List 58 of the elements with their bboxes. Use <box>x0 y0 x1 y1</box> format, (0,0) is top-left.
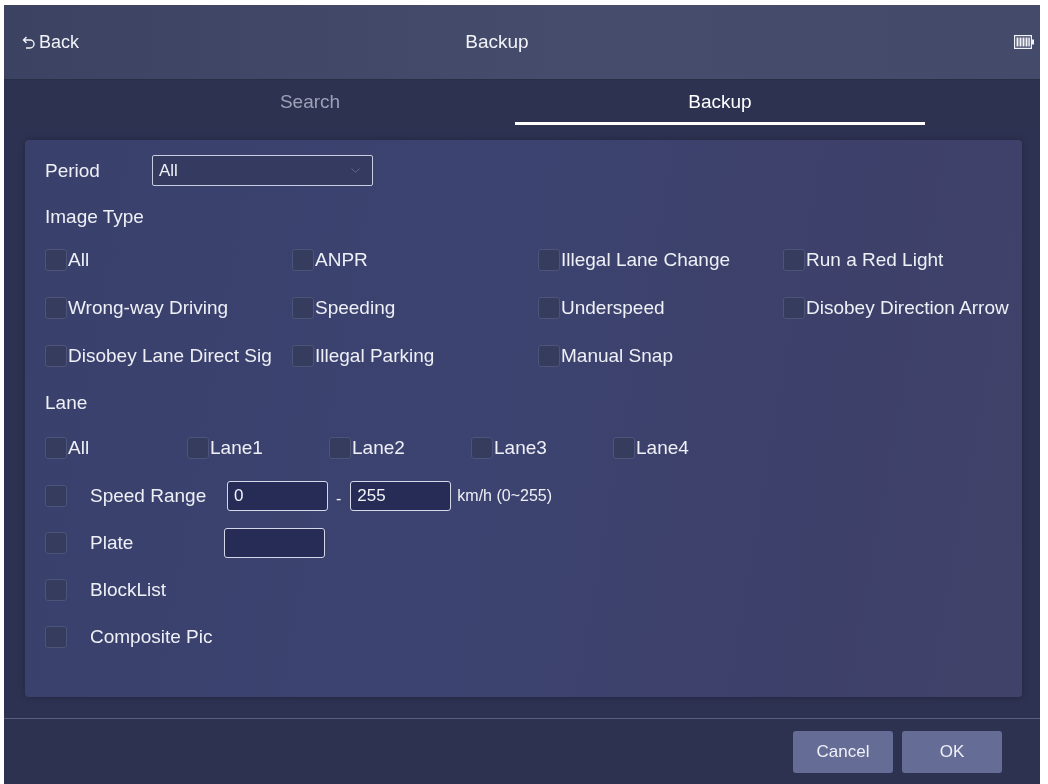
checkbox-label: Wrong-way Driving <box>68 297 229 319</box>
checkbox-label: Speed Range <box>90 484 208 507</box>
checkbox-label: Underspeed <box>561 297 665 319</box>
checkbox[interactable] <box>538 345 560 367</box>
checkbox[interactable] <box>613 437 635 459</box>
checkbox-label: All <box>68 249 90 271</box>
chevron-down-icon <box>351 168 360 173</box>
back-button[interactable]: Back <box>20 27 82 57</box>
checkbox[interactable] <box>538 297 560 319</box>
checkbox-label: BlockList <box>90 578 168 601</box>
checkbox-label: Manual Snap <box>561 345 673 367</box>
checkbox[interactable] <box>45 531 67 554</box>
section-label: Lane <box>45 393 89 413</box>
tab[interactable]: Search <box>105 80 515 125</box>
range-separator: - <box>336 489 342 508</box>
checkbox[interactable] <box>538 249 560 271</box>
dialog-button[interactable]: Cancel <box>793 731 893 773</box>
checkbox-label: Lane1 <box>210 437 263 459</box>
checkbox-label: Illegal Parking <box>315 345 435 367</box>
checkbox[interactable] <box>292 297 314 319</box>
checkbox[interactable] <box>45 625 67 648</box>
field-label: Period <box>45 159 101 182</box>
checkbox-label: All <box>68 437 90 459</box>
checkbox[interactable] <box>45 345 67 367</box>
checkbox-label: Lane4 <box>636 437 689 459</box>
tab[interactable]: Backup <box>515 80 925 125</box>
checkbox-label: Speeding <box>315 297 396 319</box>
checkbox[interactable] <box>292 249 314 271</box>
checkbox[interactable] <box>187 437 209 459</box>
min-value-field[interactable]: 0 <box>227 480 328 511</box>
checkbox[interactable] <box>783 297 805 319</box>
section-label: Image Type <box>45 207 145 227</box>
max-value-field[interactable]: 255 <box>350 480 452 511</box>
checkbox[interactable] <box>45 437 67 459</box>
text-field[interactable] <box>224 527 325 558</box>
checkbox-label: Run a Red Light <box>806 249 944 271</box>
checkbox[interactable] <box>45 249 67 271</box>
battery-icon <box>1014 35 1034 49</box>
checkbox[interactable] <box>471 437 493 459</box>
checkbox-label: Lane3 <box>494 437 547 459</box>
checkbox[interactable] <box>292 345 314 367</box>
dialog-button[interactable]: OK <box>902 731 1002 773</box>
window-title: Backup <box>465 31 529 53</box>
unit-label: km/h (0~255) <box>457 486 553 505</box>
checkbox-label: Lane2 <box>352 437 405 459</box>
checkbox[interactable] <box>329 437 351 459</box>
checkbox-label: Composite Pic <box>90 625 214 648</box>
checkbox-label: Disobey Direction Arrow <box>806 297 1009 319</box>
checkbox-label: ANPR <box>315 249 368 271</box>
checkbox-label: Illegal Lane Change <box>561 249 731 271</box>
period-dropdown[interactable]: All <box>152 155 373 186</box>
checkbox[interactable] <box>45 578 67 601</box>
back-arrow-icon <box>22 35 35 49</box>
checkbox-label: Disobey Lane Direct Sig <box>68 345 272 367</box>
checkbox[interactable] <box>45 297 67 319</box>
checkbox[interactable] <box>45 484 67 507</box>
checkbox[interactable] <box>783 249 805 271</box>
checkbox-label: Plate <box>90 531 135 554</box>
